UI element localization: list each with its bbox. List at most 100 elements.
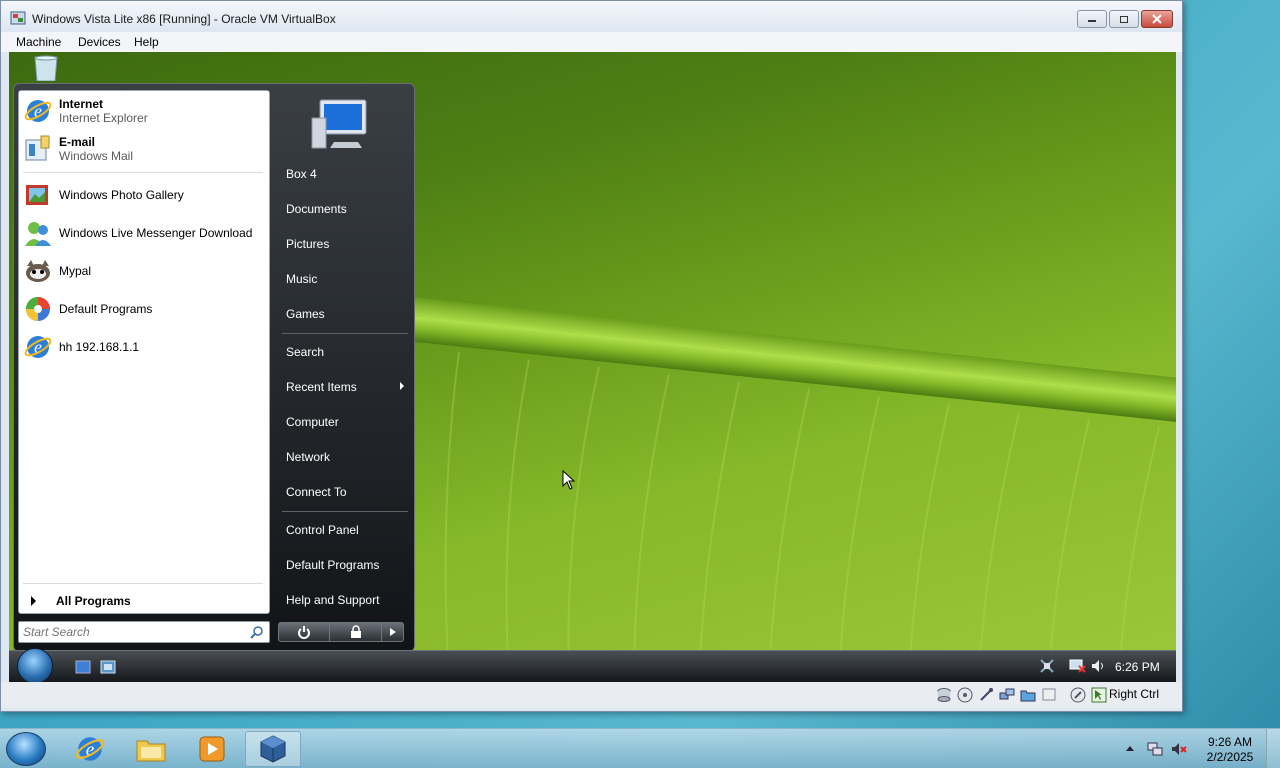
mouse-cursor-icon	[562, 470, 576, 490]
power-icon	[298, 626, 310, 639]
pinned-internet[interactable]: e Internet Internet Explorer	[23, 93, 267, 129]
internet-explorer-icon: e	[24, 100, 52, 122]
start-item-recent-items[interactable]: Recent Items	[286, 372, 410, 402]
start-item-network[interactable]: Network	[286, 442, 410, 472]
virtualbox-icon	[260, 735, 286, 763]
start-item-documents[interactable]: Documents	[286, 194, 410, 224]
restore-icon	[1120, 16, 1128, 23]
pinned-subtitle: Windows Mail	[59, 149, 134, 163]
close-button[interactable]	[1141, 10, 1173, 28]
start-item-search[interactable]: Search	[286, 337, 410, 367]
display-status-icon[interactable]	[1041, 687, 1057, 703]
volume-muted-icon[interactable]	[1170, 741, 1188, 757]
mouse-integration-icon[interactable]	[1091, 687, 1107, 703]
virtualbox-window: Windows Vista Lite x86 [Running] - Oracl…	[0, 0, 1183, 712]
program-label: Default Programs	[59, 302, 153, 316]
start-menu-places-pane: Box 4 Documents Pictures Music Games Sea…	[276, 84, 414, 653]
title-bar[interactable]: Windows Vista Lite x86 [Running] - Oracl…	[1, 1, 1182, 32]
start-item-games[interactable]: Games	[286, 299, 410, 329]
close-icon	[1152, 14, 1162, 24]
network-disconnected-icon[interactable]	[1069, 658, 1087, 674]
program-label: Windows Photo Gallery	[59, 188, 184, 202]
network-tray-icon[interactable]	[1146, 741, 1164, 757]
arrow-right-icon	[389, 628, 396, 636]
hard-disk-status-icon[interactable]	[936, 687, 952, 703]
start-search-input[interactable]	[23, 624, 243, 640]
recording-status-icon[interactable]	[1070, 687, 1086, 703]
lock-icon	[350, 625, 361, 638]
start-menu-programs-pane: e Internet Internet Explorer E-mail Wind…	[18, 90, 270, 614]
host-key-label: Right Ctrl	[1109, 687, 1160, 701]
start-item-default-programs[interactable]: Default Programs	[286, 550, 410, 580]
internet-explorer-icon: e	[75, 737, 105, 761]
photo-gallery-icon	[26, 185, 48, 205]
shutdown-options-button[interactable]	[382, 622, 404, 642]
guest-screen[interactable]: e Internet Internet Explorer E-mail Wind…	[9, 52, 1176, 682]
minimize-button[interactable]	[1077, 10, 1107, 28]
menu-devices[interactable]: Devices	[78, 35, 121, 49]
taskbar-file-explorer[interactable]	[123, 731, 179, 767]
default-programs-icon	[26, 297, 50, 321]
optical-drive-status-icon[interactable]	[957, 687, 973, 703]
host-taskbar: e 9:26 AM 2/2/2025	[0, 728, 1280, 768]
start-item-control-panel[interactable]: Control Panel	[286, 515, 410, 545]
recent-program[interactable]: Default Programs	[23, 291, 267, 327]
restore-button[interactable]	[1109, 10, 1139, 28]
menu-separator	[282, 511, 408, 512]
show-desktop-icon[interactable]	[75, 659, 91, 675]
start-item-connect-to[interactable]: Connect To	[286, 477, 410, 507]
media-player-icon	[199, 736, 225, 762]
recycle-bin-icon[interactable]	[31, 55, 61, 81]
search-icon[interactable]	[250, 625, 264, 639]
start-item-box4[interactable]: Box 4	[286, 159, 410, 189]
pinned-email[interactable]: E-mail Windows Mail	[23, 131, 267, 167]
vbox-status-bar: Right Ctrl	[1, 682, 1182, 708]
menu-bar: Machine Devices Help	[1, 32, 1182, 52]
start-menu: e Internet Internet Explorer E-mail Wind…	[13, 83, 415, 652]
shared-folders-status-icon[interactable]	[1020, 687, 1036, 703]
power-button[interactable]	[278, 622, 330, 642]
guest-taskbar: 6:26 PM	[9, 648, 1176, 682]
window-title: Windows Vista Lite x86 [Running] - Oracl…	[32, 12, 336, 26]
host-time: 9:26 AM	[1207, 735, 1253, 749]
start-item-help-support[interactable]: Help and Support	[286, 585, 410, 615]
taskbar-media-player[interactable]	[184, 731, 240, 767]
virtualbox-app-icon	[10, 11, 26, 25]
power-controls	[278, 622, 404, 642]
menu-help[interactable]: Help	[134, 35, 159, 49]
taskbar-internet-explorer[interactable]: e	[62, 731, 118, 767]
menu-separator	[23, 172, 263, 173]
pinned-subtitle: Internet Explorer	[59, 111, 148, 125]
volume-icon[interactable]	[1090, 658, 1106, 674]
chevron-up-icon[interactable]	[1126, 745, 1134, 751]
lock-button[interactable]	[330, 622, 382, 642]
recent-program[interactable]: Windows Photo Gallery	[23, 177, 267, 213]
show-desktop-button[interactable]	[1266, 729, 1280, 768]
menu-machine[interactable]: Machine	[16, 35, 61, 49]
host-date: 2/2/2025	[1206, 750, 1254, 764]
pinned-title: Internet	[59, 97, 104, 111]
host-clock[interactable]: 9:26 AM 2/2/2025	[1200, 735, 1260, 765]
folder-icon	[136, 740, 166, 762]
recent-program[interactable]: e hh 192.168.1.1	[23, 329, 267, 365]
user-picture-computer-icon	[311, 99, 367, 149]
start-search-box[interactable]	[18, 621, 270, 643]
recent-program[interactable]: Windows Live Messenger Download	[23, 215, 267, 251]
menu-separator	[23, 583, 263, 584]
program-label: Mypal	[59, 264, 92, 278]
network-status-icon[interactable]	[999, 687, 1015, 703]
mypal-icon	[26, 260, 50, 282]
windows-start-orb[interactable]	[6, 732, 46, 766]
start-item-computer[interactable]: Computer	[286, 407, 410, 437]
switch-windows-icon[interactable]	[99, 659, 117, 675]
taskbar-virtualbox[interactable]	[245, 731, 301, 767]
usb-status-icon[interactable]	[978, 687, 994, 703]
start-item-pictures[interactable]: Pictures	[286, 229, 410, 259]
network-tray-icon[interactable]	[1039, 658, 1055, 674]
start-item-music[interactable]: Music	[286, 264, 410, 294]
all-programs-button[interactable]: All Programs	[23, 591, 263, 611]
recent-program[interactable]: Mypal	[23, 253, 267, 289]
guest-clock[interactable]: 6:26 PM	[1115, 660, 1160, 674]
vista-start-orb[interactable]	[17, 648, 53, 682]
messenger-icon	[25, 222, 51, 246]
